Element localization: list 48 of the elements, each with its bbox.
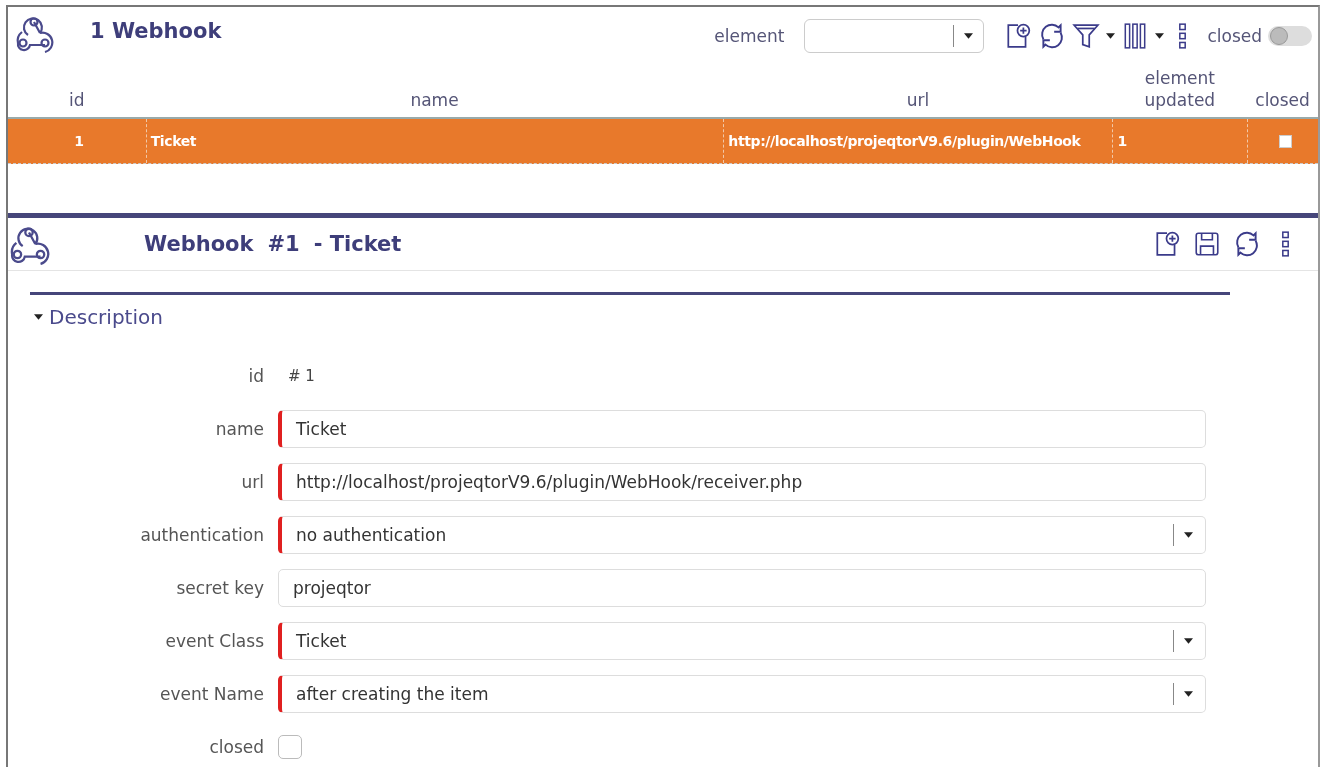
column-header[interactable]: element updated <box>1112 66 1248 111</box>
table-cell: 1 <box>74 133 84 149</box>
caret-icon <box>1184 531 1193 538</box>
field-label: id <box>247 365 265 386</box>
add-document-icon[interactable] <box>1153 230 1181 258</box>
record-name: - Ticket <box>313 232 402 256</box>
list-title: 1 Webhook <box>90 19 222 43</box>
field-label: name <box>214 418 265 439</box>
input-field[interactable]: projeqtor <box>278 568 1206 607</box>
input-field[interactable]: Ticket <box>278 409 1206 448</box>
field-label: closed <box>208 736 265 757</box>
field-label: event Class <box>164 630 265 651</box>
column-header[interactable]: closed <box>1255 88 1310 111</box>
field-label: authentication <box>139 524 265 545</box>
checkbox[interactable] <box>278 734 302 759</box>
field-label: url <box>240 471 265 492</box>
closed-label: closed <box>1207 26 1262 46</box>
dropdown-field[interactable]: no authentication <box>278 515 1206 554</box>
more-options-icon[interactable] <box>1281 230 1290 258</box>
column-header[interactable]: url <box>906 88 930 111</box>
dropdown-field[interactable]: after creating the item <box>278 674 1206 713</box>
checkbox[interactable] <box>1278 134 1292 148</box>
caret-icon <box>1184 690 1193 697</box>
section-header[interactable]: Description <box>34 305 1318 329</box>
field-label: event Name <box>159 683 265 704</box>
id-value: # 1 <box>287 366 315 385</box>
save-icon[interactable] <box>1193 230 1221 258</box>
input-field[interactable]: http://localhost/projeqtorV9.6/plugin/WebHook/receiver.php <box>278 462 1206 501</box>
table-cell: 1 <box>1117 133 1127 149</box>
detail-title: Webhook <box>144 232 254 256</box>
add-document-icon[interactable] <box>1004 22 1033 50</box>
column-header[interactable]: id <box>69 88 85 111</box>
field-label: secret key <box>175 577 265 598</box>
caret-icon <box>1184 637 1193 644</box>
caret-icon <box>1155 33 1165 39</box>
table-cell: http://localhost/projeqtorV9.6/plugin/WebHook <box>728 133 1081 149</box>
filter-label: element <box>714 26 785 46</box>
filter-icon[interactable] <box>1072 22 1101 50</box>
record-number: #1 <box>267 232 300 256</box>
caret-icon <box>964 33 974 39</box>
closed-toggle[interactable] <box>1268 26 1312 46</box>
caret-icon <box>1106 33 1116 39</box>
dropdown-field[interactable]: Ticket <box>278 621 1206 660</box>
collapse-icon <box>34 314 43 320</box>
column-header[interactable]: name <box>410 88 459 111</box>
more-options-icon[interactable] <box>1178 22 1188 50</box>
table-cell: Ticket <box>150 133 197 149</box>
refresh-icon[interactable] <box>1233 230 1261 258</box>
